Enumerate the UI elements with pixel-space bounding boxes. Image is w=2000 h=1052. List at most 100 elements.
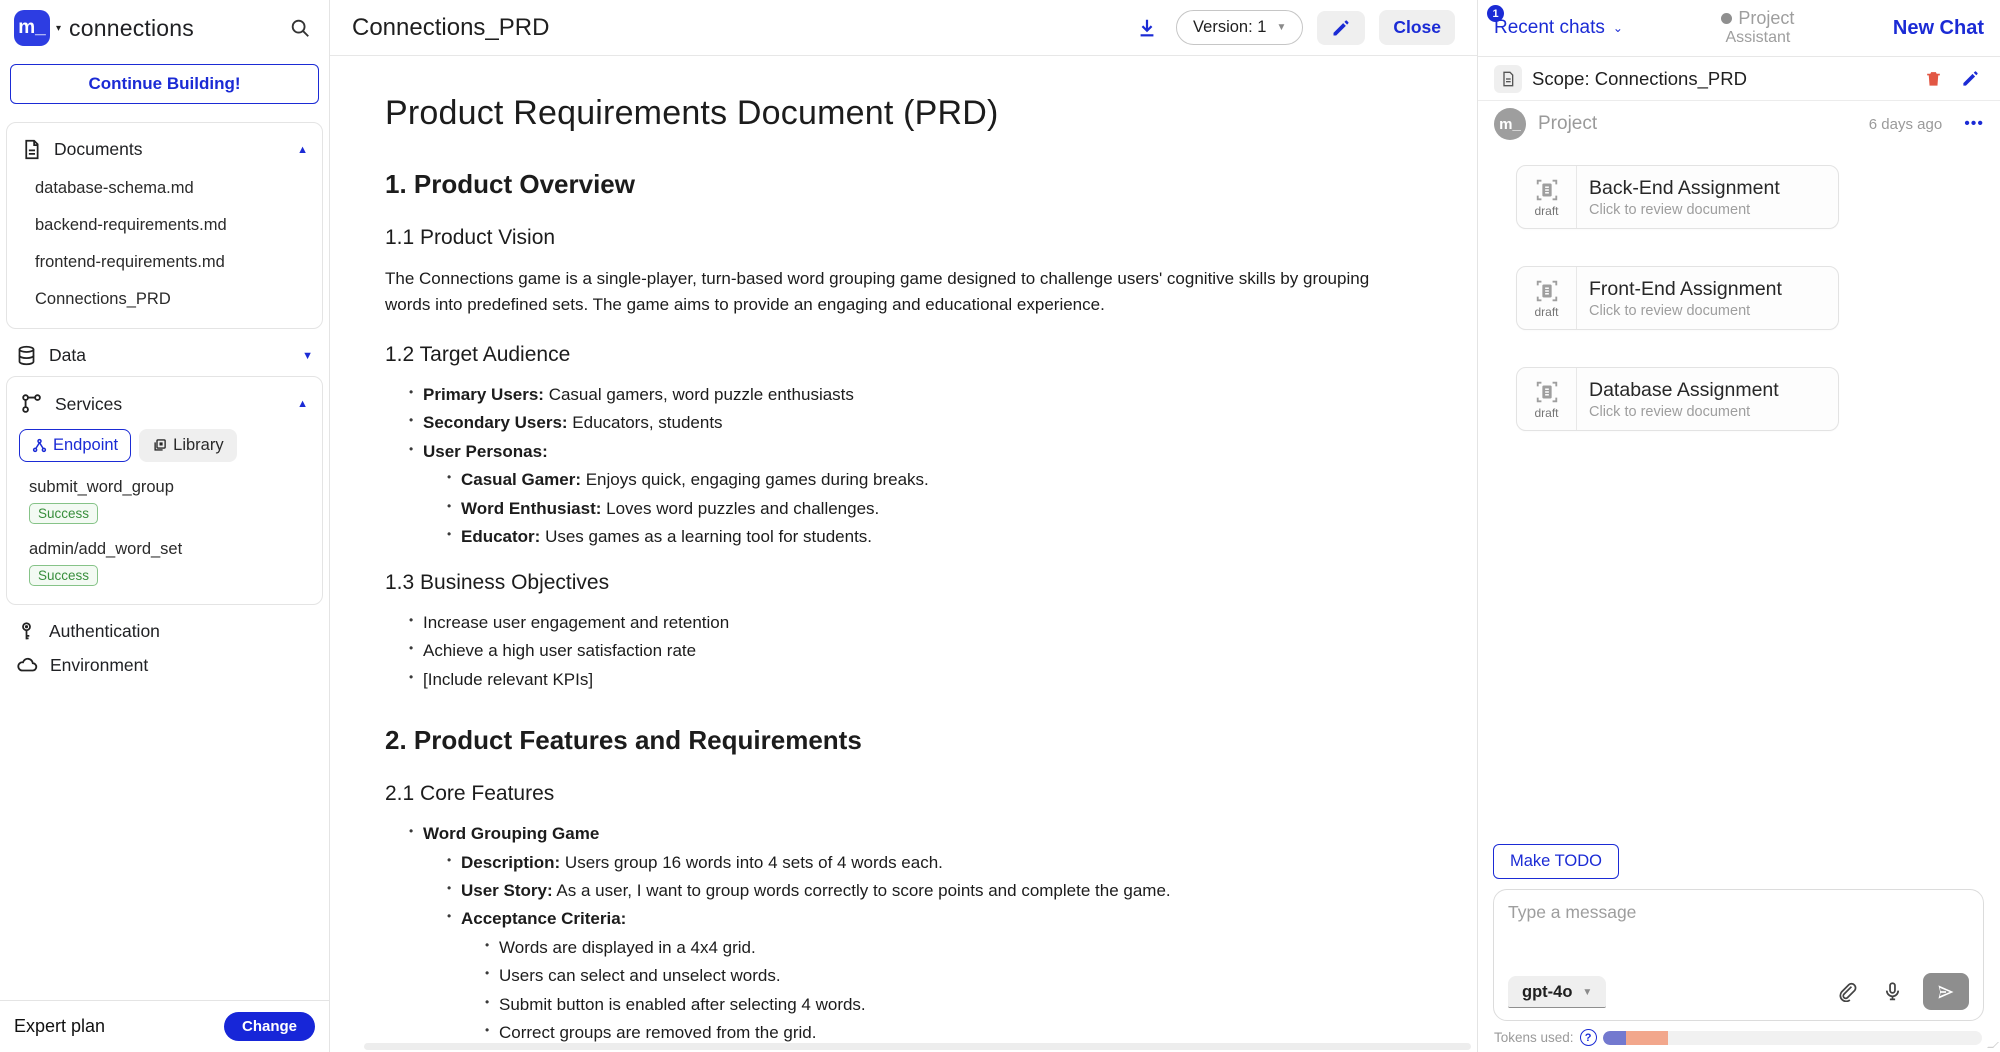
horizontal-scrollbar[interactable] [364,1043,1471,1050]
send-icon [1936,982,1956,1002]
scope-row: Scope: Connections_PRD [1478,57,2000,101]
card-front-end-assignment[interactable]: draft Front-End Assignment Click to revi… [1516,266,1839,330]
trash-icon [1924,69,1943,88]
version-select[interactable]: Version: 1 ▼ [1176,10,1303,45]
data-section-header[interactable]: Data ▼ [6,341,323,370]
app-name: connections [69,15,194,42]
sidebar-item-connections-prd[interactable]: Connections_PRD [17,281,312,318]
sidebar-item-backend-requirements[interactable]: backend-requirements.md [17,207,312,244]
list-item: Submit button is enabled after selecting… [485,993,1417,1016]
voice-input-button[interactable] [1878,977,1907,1006]
thread-menu-button[interactable]: ••• [1964,115,1984,133]
assistant-status: Project Assistant [1623,8,1893,47]
endpoint-tab-label: Endpoint [53,436,118,455]
chevron-down-icon: ▼ [1276,22,1286,33]
core-features-list: Word Grouping Game Description: Users gr… [385,822,1417,1052]
cloud-icon [16,654,38,676]
help-icon[interactable]: ? [1580,1029,1597,1046]
chat-thread-item[interactable]: m_ Project 6 days ago ••• [1478,101,2000,147]
card-title: Front-End Assignment [1589,278,1826,301]
search-icon [289,17,311,39]
card-title: Database Assignment [1589,379,1826,402]
tokens-row: Tokens used: ? [1493,1021,1984,1046]
assistant-status-line2: Assistant [1623,29,1893,47]
new-chat-button[interactable]: New Chat [1893,17,1984,40]
change-plan-button[interactable]: Change [224,1012,315,1041]
close-button[interactable]: Close [1379,10,1455,45]
search-button[interactable] [285,13,315,43]
message-input[interactable] [1508,902,1969,973]
sidebar-item-database-schema[interactable]: database-schema.md [17,170,312,207]
delete-scope-button[interactable] [1920,65,1947,92]
authentication-section-label: Authentication [49,621,313,642]
tokens-label: Tokens used: [1494,1030,1574,1045]
avatar: m_ [1494,108,1526,140]
service-item-submit-word-group[interactable]: submit_word_group [17,470,312,499]
send-button[interactable] [1923,973,1969,1010]
card-subtitle: Click to review document [1589,303,1826,319]
microphone-icon [1882,981,1903,1002]
collapse-caret-icon[interactable]: ▲ [297,398,308,410]
document-header: Connections_PRD Version: 1 ▼ Close [330,0,1477,56]
documents-section-label: Documents [54,139,285,160]
library-icon [152,438,167,453]
list-item: Increase user engagement and retention [409,611,1417,634]
document-icon [21,139,42,160]
list-item: Achieve a high user satisfaction rate [409,639,1417,662]
chat-panel: 1 Recent chats ⌄ Project Assistant New C… [1477,0,2000,1052]
database-icon [16,345,37,366]
tokens-progress-bar [1603,1031,1982,1045]
services-section-header[interactable]: Services ▲ [17,383,312,425]
list-item: Educator: Uses games as a learning tool … [447,525,1417,548]
card-subtitle: Click to review document [1589,202,1826,218]
doc-h3-core-features: 2.1 Core Features [385,782,1417,806]
assistant-status-line1: Project [1738,8,1794,28]
card-back-end-assignment[interactable]: draft Back-End Assignment Click to revie… [1516,165,1839,229]
message-composer: gpt-4o ▼ [1493,889,1984,1021]
authentication-section-header[interactable]: Authentication [6,617,323,646]
download-button[interactable] [1132,13,1162,43]
doc-h3-product-vision: 1.1 Product Vision [385,226,1417,250]
edit-document-button[interactable] [1317,11,1365,45]
collapse-caret-icon[interactable]: ▲ [297,144,308,156]
service-item-admin-add-word-set[interactable]: admin/add_word_set [17,532,312,561]
draft-document-icon [1534,177,1560,203]
edit-scope-button[interactable] [1957,65,1984,92]
card-database-assignment[interactable]: draft Database Assignment Click to revie… [1516,367,1839,431]
documents-section-header[interactable]: Documents ▲ [17,129,312,170]
library-tab[interactable]: Library [139,429,236,462]
workspace-dropdown-caret-icon[interactable]: ▾ [56,23,61,34]
doc-h1-title: Product Requirements Document (PRD) [385,94,1417,133]
key-icon [16,621,37,642]
continue-building-button[interactable]: Continue Building! [10,64,319,104]
make-todo-button[interactable]: Make TODO [1493,844,1619,879]
draft-badge: draft [1534,305,1558,319]
endpoint-icon [32,438,47,453]
draft-badge: draft [1534,406,1558,420]
document-content[interactable]: Product Requirements Document (PRD) 1. P… [330,56,1477,1052]
expand-caret-icon[interactable]: ▼ [302,350,313,362]
recent-chats-dropdown[interactable]: 1 Recent chats ⌄ [1494,17,1623,39]
sidebar-item-frontend-requirements[interactable]: frontend-requirements.md [17,244,312,281]
card-subtitle: Click to review document [1589,404,1826,420]
chat-bottom: Make TODO gpt-4o ▼ [1478,844,2000,1052]
document-title: Connections_PRD [352,14,1118,42]
logo-letter: m_ [18,17,45,39]
status-badge: Success [29,503,98,524]
list-item: Description: Users group 16 words into 4… [447,851,1417,874]
list-item: User Personas: Casual Gamer: Enjoys quic… [409,440,1417,549]
list-item: Users can select and unselect words. [485,964,1417,987]
doc-h3-business-objectives: 1.3 Business Objectives [385,571,1417,595]
model-select[interactable]: gpt-4o ▼ [1508,976,1606,1008]
model-select-value: gpt-4o [1522,983,1572,1002]
list-item: Correct groups are removed from the grid… [485,1021,1417,1044]
app-logo[interactable]: m_ [14,10,50,46]
tokens-used-segment [1603,1031,1626,1045]
list-item: [Include relevant KPIs] [409,668,1417,691]
environment-section-header[interactable]: Environment [6,650,323,680]
endpoint-tab[interactable]: Endpoint [19,429,131,462]
doc-h2-product-features: 2. Product Features and Requirements [385,725,1417,756]
list-item: Acceptance Criteria: Words are displayed… [447,907,1417,1052]
attach-file-button[interactable] [1833,977,1862,1006]
assignment-cards: draft Back-End Assignment Click to revie… [1478,147,2000,431]
